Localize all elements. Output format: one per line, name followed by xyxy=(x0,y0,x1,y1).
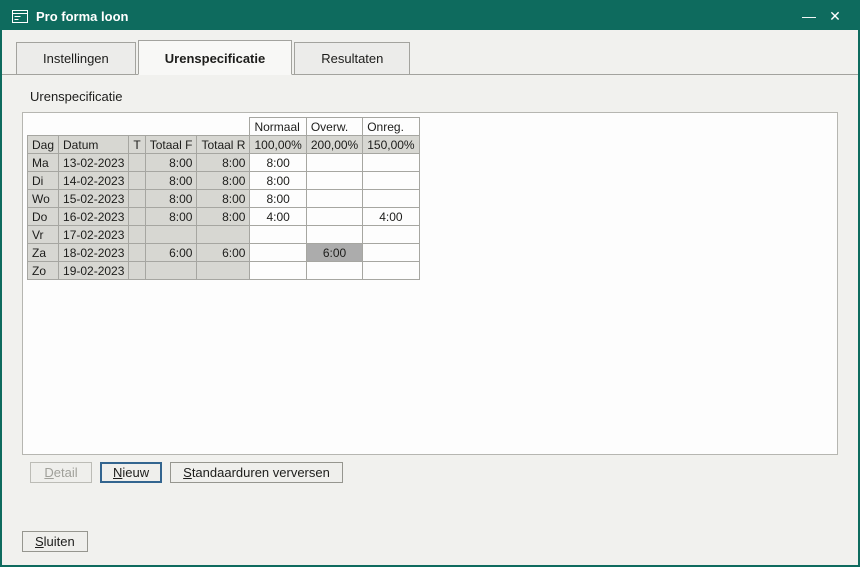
cell-totaal-f: 8:00 xyxy=(145,208,197,226)
cell-overw-200[interactable] xyxy=(306,172,362,190)
cell-totaal-r: 8:00 xyxy=(197,190,250,208)
column-header-totaal-f: Totaal F xyxy=(145,136,197,154)
tab-panel-urenspecificatie: Urenspecificatie Normaal Overw. Onreg. D… xyxy=(2,75,858,531)
cell-datum: 14-02-2023 xyxy=(59,172,129,190)
cell-overw-200[interactable] xyxy=(306,226,362,244)
hours-grid-container: Normaal Overw. Onreg. Dag Datum T Totaal… xyxy=(22,112,838,455)
standaarduren-verversen-button[interactable]: Standaarduren verversen xyxy=(170,462,343,483)
cell-onreg-150[interactable] xyxy=(363,190,419,208)
table-row: Do16-02-20238:008:004:004:00 xyxy=(28,208,420,226)
cell-normaal-100[interactable]: 8:00 xyxy=(250,154,306,172)
cell-totaal-f: 8:00 xyxy=(145,172,197,190)
table-row: Za18-02-20236:006:006:00 xyxy=(28,244,420,262)
group-header-normaal: Normaal xyxy=(250,118,306,136)
table-row: Wo15-02-20238:008:008:00 xyxy=(28,190,420,208)
cell-datum: 15-02-2023 xyxy=(59,190,129,208)
cell-dag: Ma xyxy=(28,154,59,172)
cell-onreg-150[interactable] xyxy=(363,244,419,262)
table-header-row: Dag Datum T Totaal F Totaal R 100,00% 20… xyxy=(28,136,420,154)
cell-normaal-100[interactable] xyxy=(250,262,306,280)
cell-dag: Do xyxy=(28,208,59,226)
cell-totaal-r: 8:00 xyxy=(197,154,250,172)
table-row: Vr17-02-2023 xyxy=(28,226,420,244)
cell-onreg-150[interactable] xyxy=(363,262,419,280)
tab-instellingen[interactable]: Instellingen xyxy=(16,42,136,75)
cell-overw-200[interactable]: 6:00 xyxy=(306,244,362,262)
proforma-loon-dialog: Pro forma loon — ✕ Instellingen Urenspec… xyxy=(0,0,860,567)
cell-totaal-r: 6:00 xyxy=(197,244,250,262)
cell-onreg-150[interactable]: 4:00 xyxy=(363,208,419,226)
cell-t xyxy=(129,208,145,226)
cell-t xyxy=(129,244,145,262)
cell-onreg-150[interactable] xyxy=(363,154,419,172)
column-header-t: T xyxy=(129,136,145,154)
table-row: Ma13-02-20238:008:008:00 xyxy=(28,154,420,172)
app-icon xyxy=(12,10,28,23)
table-body: Ma13-02-20238:008:008:00Di14-02-20238:00… xyxy=(28,154,420,280)
cell-totaal-f: 8:00 xyxy=(145,154,197,172)
cell-datum: 16-02-2023 xyxy=(59,208,129,226)
section-title: Urenspecificatie xyxy=(30,89,123,104)
tab-urenspecificatie[interactable]: Urenspecificatie xyxy=(138,40,292,75)
cell-dag: Di xyxy=(28,172,59,190)
cell-t xyxy=(129,190,145,208)
cell-t xyxy=(129,154,145,172)
sluiten-button[interactable]: Sluiten xyxy=(22,531,88,552)
cell-onreg-150[interactable] xyxy=(363,172,419,190)
cell-dag: Vr xyxy=(28,226,59,244)
cell-normaal-100[interactable]: 4:00 xyxy=(250,208,306,226)
cell-totaal-r: 8:00 xyxy=(197,172,250,190)
cell-totaal-f xyxy=(145,262,197,280)
column-header-dag: Dag xyxy=(28,136,59,154)
cell-dag: Zo xyxy=(28,262,59,280)
column-header-datum: Datum xyxy=(59,136,129,154)
cell-overw-200[interactable] xyxy=(306,262,362,280)
table-row: Zo19-02-2023 xyxy=(28,262,420,280)
group-header-overw: Overw. xyxy=(306,118,362,136)
tab-resultaten[interactable]: Resultaten xyxy=(294,42,410,75)
column-header-totaal-r: Totaal R xyxy=(197,136,250,154)
cell-totaal-r: 8:00 xyxy=(197,208,250,226)
table-group-header-row: Normaal Overw. Onreg. xyxy=(28,118,420,136)
cell-normaal-100[interactable] xyxy=(250,244,306,262)
cell-overw-200[interactable] xyxy=(306,208,362,226)
cell-dag: Wo xyxy=(28,190,59,208)
minimize-button[interactable]: — xyxy=(796,2,822,30)
grid-action-buttons: Detail Nieuw Standaarduren verversen xyxy=(30,462,343,483)
cell-datum: 17-02-2023 xyxy=(59,226,129,244)
cell-totaal-f xyxy=(145,226,197,244)
cell-overw-200[interactable] xyxy=(306,154,362,172)
titlebar: Pro forma loon — ✕ xyxy=(2,2,858,30)
window-title: Pro forma loon xyxy=(36,9,128,24)
cell-datum: 18-02-2023 xyxy=(59,244,129,262)
group-header-spacer xyxy=(28,118,250,136)
nieuw-button[interactable]: Nieuw xyxy=(100,462,162,483)
cell-datum: 19-02-2023 xyxy=(59,262,129,280)
cell-t xyxy=(129,226,145,244)
close-button[interactable]: ✕ xyxy=(822,2,848,30)
table-row: Di14-02-20238:008:008:00 xyxy=(28,172,420,190)
cell-totaal-f: 6:00 xyxy=(145,244,197,262)
cell-dag: Za xyxy=(28,244,59,262)
cell-normaal-100[interactable]: 8:00 xyxy=(250,190,306,208)
cell-normaal-100[interactable]: 8:00 xyxy=(250,172,306,190)
cell-datum: 13-02-2023 xyxy=(59,154,129,172)
dialog-footer: Sluiten xyxy=(2,531,858,565)
group-header-onreg: Onreg. xyxy=(363,118,419,136)
cell-normaal-100[interactable] xyxy=(250,226,306,244)
urenspecificatie-table: Normaal Overw. Onreg. Dag Datum T Totaal… xyxy=(27,117,420,280)
cell-totaal-r xyxy=(197,226,250,244)
cell-totaal-f: 8:00 xyxy=(145,190,197,208)
cell-t xyxy=(129,262,145,280)
tabstrip: Instellingen Urenspecificatie Resultaten xyxy=(2,30,858,75)
cell-totaal-r xyxy=(197,262,250,280)
column-header-onreg-pct: 150,00% xyxy=(363,136,419,154)
detail-button[interactable]: Detail xyxy=(30,462,92,483)
column-header-normaal-pct: 100,00% xyxy=(250,136,306,154)
cell-overw-200[interactable] xyxy=(306,190,362,208)
column-header-overw-pct: 200,00% xyxy=(306,136,362,154)
cell-onreg-150[interactable] xyxy=(363,226,419,244)
cell-t xyxy=(129,172,145,190)
